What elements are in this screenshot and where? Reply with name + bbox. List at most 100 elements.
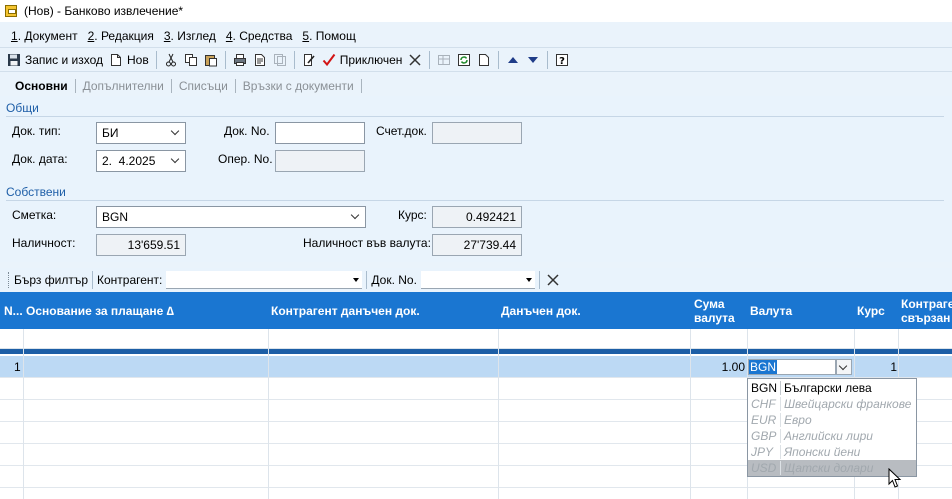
currency-option-chf[interactable]: CHF Швейцарски франкове — [748, 396, 916, 412]
availability-currency-field: 27'739.44 — [432, 234, 522, 256]
arrow-down-icon — [526, 53, 540, 67]
toolbar-separator — [92, 271, 93, 289]
col-header-amount-currency[interactable]: Сума валута — [694, 292, 735, 329]
cell-amount: 1.00 — [721, 360, 745, 374]
edit-button[interactable] — [299, 49, 319, 70]
menu-view[interactable]: 3. Изглед — [164, 29, 216, 43]
new-button[interactable]: Нов — [106, 49, 152, 70]
toolbar-separator — [538, 271, 540, 289]
currency-option-bgn[interactable]: BGN Български лева — [748, 380, 916, 396]
account-select[interactable]: BGN — [96, 206, 366, 228]
toolbar-separator — [547, 50, 549, 69]
menu-edit[interactable]: 2. Редакция — [88, 29, 154, 43]
tab-additional[interactable]: Допълнителни — [76, 79, 172, 93]
currency-editor-value: BGN — [749, 360, 778, 374]
table-disabled-icon — [437, 53, 451, 67]
col-header-no[interactable]: N... — [4, 292, 23, 329]
general-section-title: Общи — [6, 101, 39, 115]
oper-no-label: Опер. No. — [218, 152, 273, 166]
toolbar-grip — [8, 272, 10, 288]
doc-date-picker[interactable]: 2. 4.2025 — [96, 150, 186, 172]
svg-text:?: ? — [559, 56, 565, 67]
copy-button[interactable] — [181, 49, 201, 70]
col-header-tax-doc[interactable]: Данъчен док. — [501, 292, 581, 329]
table-row[interactable]: 1 1.00 BGN 1 — [0, 356, 952, 378]
tab-lists[interactable]: Списъци — [172, 79, 236, 93]
red-check-icon — [322, 53, 336, 67]
print-preview-button[interactable] — [250, 49, 270, 70]
availability-field: 13'659.51 — [96, 234, 186, 256]
move-up-button[interactable] — [503, 49, 523, 70]
col-header-payment-basis[interactable]: Основание за плащане ∆ — [26, 292, 174, 329]
grid-column-line — [268, 329, 269, 499]
clear-filter-icon[interactable] — [546, 273, 560, 287]
move-down-button[interactable] — [523, 49, 543, 70]
currency-option-gbp[interactable]: GBP Английски лири — [748, 428, 916, 444]
print-preview-icon — [253, 53, 267, 67]
app-icon — [5, 5, 17, 17]
refresh-icon — [457, 53, 471, 67]
counterparty-filter-input[interactable] — [166, 271, 363, 289]
copies-button — [270, 49, 290, 70]
blank-page-button[interactable] — [474, 49, 494, 70]
title-bar: (Нов) - Банково извлечение* — [0, 0, 952, 22]
main-panel: Общи Док. тип: БИ Док. дата: 2. 4.2025 Д… — [0, 96, 952, 262]
grid-header: N... Основание за плащане ∆ Контрагент д… — [0, 292, 952, 329]
delete-button[interactable] — [405, 49, 425, 70]
menu-help[interactable]: 5. Помощ — [302, 29, 355, 43]
grid-column-line — [690, 329, 691, 499]
currency-option-eur[interactable]: EUR Евро — [748, 412, 916, 428]
grid-filter-row[interactable] — [0, 329, 952, 349]
table-button — [434, 49, 454, 70]
doc-type-select[interactable]: БИ — [96, 122, 186, 144]
table-row[interactable] — [0, 488, 952, 499]
window-title: (Нов) - Банково извлечение* — [24, 4, 184, 18]
chevron-down-icon — [171, 155, 181, 165]
quick-filter-label: Бърз филтър — [14, 273, 88, 287]
oper-no-field — [275, 150, 365, 172]
currency-dropdown-button[interactable] — [836, 359, 852, 375]
mouse-cursor-icon — [888, 468, 902, 488]
toolbar-separator — [224, 50, 226, 69]
menu-document[interactable]: 1. Документ — [11, 29, 78, 43]
tab-main[interactable]: Основни — [8, 79, 76, 93]
close-x-icon — [408, 53, 422, 67]
acc-doc-field — [432, 122, 522, 144]
toolbar-separator — [155, 50, 157, 69]
print-button[interactable] — [230, 49, 250, 70]
toolbar-separator — [498, 50, 500, 69]
refresh-button[interactable] — [454, 49, 474, 70]
doc-no-filter-input[interactable] — [420, 271, 535, 289]
general-section-divider — [6, 116, 944, 117]
printer-icon — [233, 53, 247, 67]
cut-button[interactable] — [161, 49, 181, 70]
currency-option-jpy[interactable]: JPY Японски йени — [748, 444, 916, 460]
app-window: (Нов) - Банково извлечение* 1. Документ … — [0, 0, 952, 499]
doc-type-label: Док. тип: — [12, 124, 61, 138]
doc-no-input[interactable] — [275, 122, 365, 144]
arrow-up-icon — [506, 53, 520, 67]
col-header-currency[interactable]: Валута — [750, 292, 792, 329]
currency-editor[interactable]: BGN — [748, 356, 854, 378]
col-header-counterparty-linked[interactable]: Контраге свързан — [901, 292, 952, 329]
rate-label: Курс: — [398, 208, 427, 222]
chevron-down-icon — [839, 362, 849, 372]
col-header-counterparty-tax-doc[interactable]: Контрагент данъчен док. — [271, 292, 420, 329]
currency-dropdown-list: BGN Български лева CHF Швейцарски франко… — [747, 378, 917, 477]
help-icon: ? — [555, 53, 569, 67]
paste-button[interactable] — [201, 49, 221, 70]
save-exit-button[interactable]: Запис и изход — [4, 49, 106, 70]
quick-filter-bar: Бърз филтър Контрагент: Док. No. — [0, 268, 952, 292]
help-button[interactable]: ? — [552, 49, 572, 70]
availability-label: Наличност: — [12, 236, 76, 250]
menu-tools[interactable]: 4. Средства — [226, 29, 293, 43]
tab-document-links[interactable]: Връзки с документи — [236, 79, 362, 93]
floppy-disk-icon — [7, 53, 21, 67]
col-header-rate[interactable]: Курс — [857, 292, 885, 329]
new-document-icon — [109, 53, 123, 67]
finished-button[interactable]: Приключен — [319, 49, 406, 70]
doc-no-label: Док. No. — [224, 124, 270, 138]
own-section-title: Собствени — [6, 185, 66, 199]
toolbar-separator — [366, 271, 368, 289]
counterparty-filter-label: Контрагент: — [97, 273, 163, 287]
